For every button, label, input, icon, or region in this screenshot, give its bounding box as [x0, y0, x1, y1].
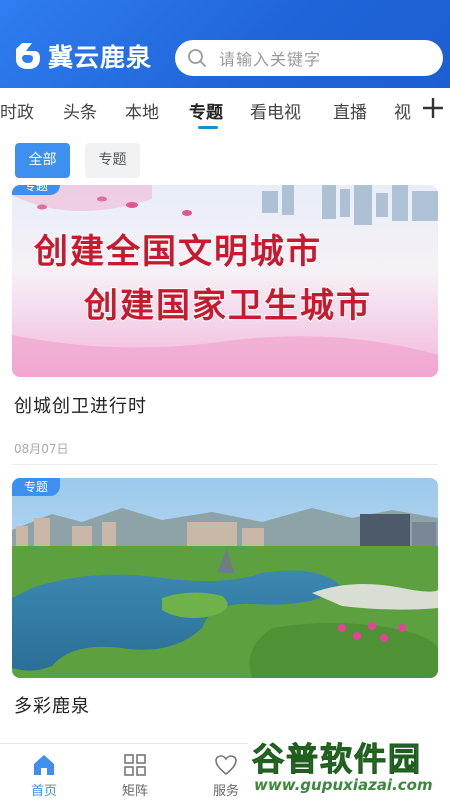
topic-tag: 专题: [12, 478, 61, 496]
filter-all-button[interactable]: 全部: [15, 143, 70, 178]
card-image-chuangcheng[interactable]: 创建全国文明城市 创建国家卫生城市 专题: [12, 185, 438, 377]
nav-home-label: 首页: [30, 784, 57, 799]
active-tab-indicator: [198, 126, 218, 129]
nav-matrix-label: 矩阵: [121, 784, 148, 799]
tab-bendi[interactable]: 本地: [125, 98, 159, 123]
filter-topic-button[interactable]: 专题: [85, 143, 140, 178]
app-header: 冀云鹿泉 请输入关键字: [0, 0, 450, 88]
card-title-duocai[interactable]: 多彩鹿泉: [14, 692, 90, 718]
park-photo: [12, 478, 438, 678]
tab-toutiao[interactable]: 头条: [63, 98, 97, 123]
topic-tag: 专题: [12, 185, 61, 195]
heart-icon: [215, 755, 237, 776]
site-watermark: 谷普软件园 www.gupuxiazai.com: [248, 734, 450, 800]
nav-home[interactable]: 首页: [14, 752, 74, 799]
banner-illustration: 创建全国文明城市 创建国家卫生城市: [12, 185, 438, 377]
nav-service-label: 服务: [212, 784, 239, 799]
search-placeholder: 请输入关键字: [219, 50, 322, 69]
watermark-title: 谷普软件园: [251, 740, 423, 779]
add-channel-icon[interactable]: [419, 94, 447, 122]
nav-service[interactable]: 服务: [196, 752, 256, 799]
card-date: 08月07日: [14, 442, 69, 456]
home-icon: [34, 755, 54, 775]
tab-kandianshi[interactable]: 看电视: [250, 98, 301, 123]
tab-shizheng[interactable]: 时政: [0, 98, 34, 123]
tab-zhibo[interactable]: 直播: [333, 98, 367, 123]
grid-icon: [124, 754, 146, 776]
watermark-url: www.gupuxiazai.com: [254, 776, 433, 794]
card-title-chuangcheng[interactable]: 创城创卫进行时: [14, 392, 147, 418]
search-icon: [188, 49, 206, 67]
tab-zhuanti[interactable]: 专题: [189, 98, 223, 123]
card-divider: [12, 464, 438, 465]
logo-icon: [16, 43, 40, 69]
nav-matrix[interactable]: 矩阵: [105, 752, 165, 799]
card-image-duocai[interactable]: 专题: [12, 478, 438, 678]
search-input[interactable]: 请输入关键字: [175, 40, 443, 76]
channel-tabs: 时政 头条 本地 专题 看电视 直播 视: [0, 88, 450, 132]
app-logo: 冀云鹿泉: [12, 38, 152, 74]
banner-line-2: 创建国家卫生城市: [83, 286, 372, 326]
tab-shi[interactable]: 视: [394, 98, 411, 123]
banner-line-1: 创建全国文明城市: [33, 232, 322, 272]
app-name: 冀云鹿泉: [48, 43, 153, 72]
